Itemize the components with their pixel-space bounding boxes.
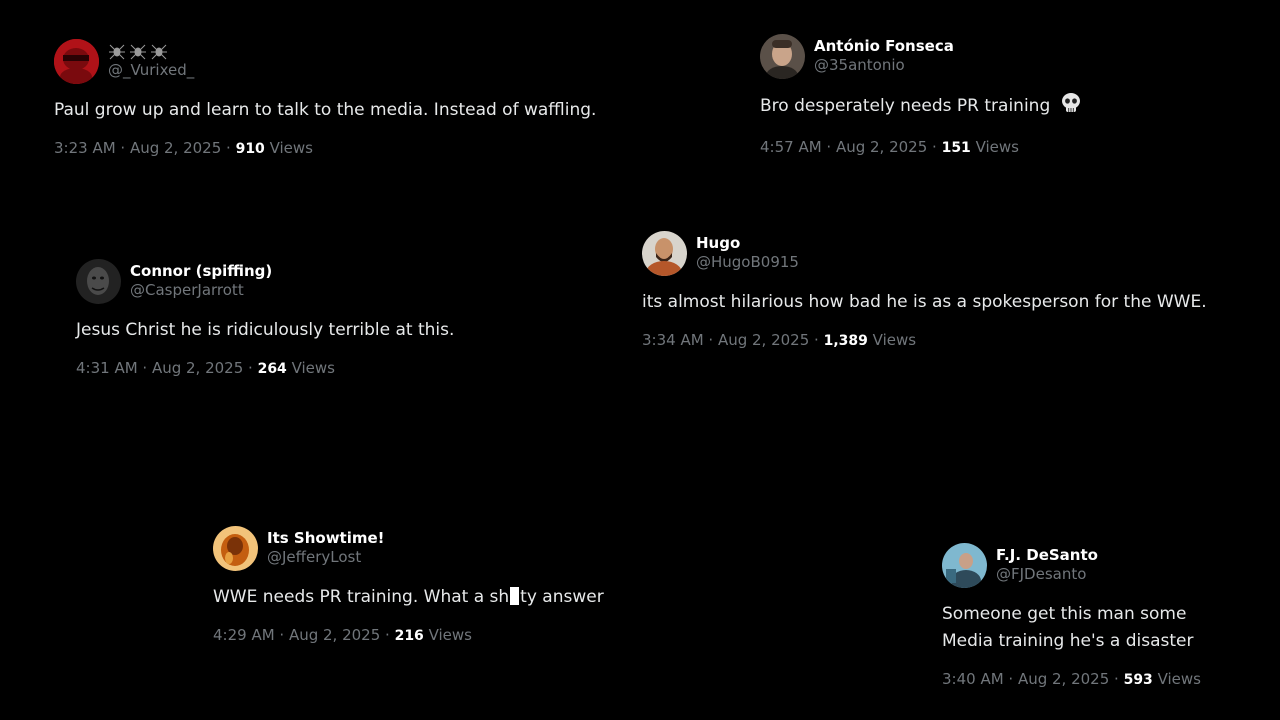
- tweet-text-content: Bro desperately needs PR training: [760, 96, 1051, 116]
- tweet-text-line: Someone get this man some: [942, 604, 1187, 624]
- views-count: 216: [394, 628, 424, 644]
- user-handle[interactable]: @CasperJarrott: [130, 281, 272, 301]
- avatar[interactable]: [642, 230, 687, 276]
- tweet-meta: 3:40 AM · Aug 2, 2025 · 593 Views: [942, 670, 1201, 688]
- tweet-meta: 3:34 AM · Aug 2, 2025 · 1,389 Views: [642, 331, 1207, 349]
- tweet-text-line: Media training he's a disaster: [942, 631, 1194, 651]
- tweet-text: WWE needs PR training. What a sh ty answe…: [213, 584, 604, 611]
- views-label: Views: [867, 331, 917, 349]
- tweet-text: its almost hilarious how bad he is as a …: [642, 292, 1207, 312]
- views-count: 910: [235, 141, 265, 157]
- display-name[interactable]: Its Showtime!: [267, 529, 385, 549]
- tweet-text: Bro desperately needs PR training: [760, 92, 1082, 123]
- views-label: Views: [264, 139, 313, 157]
- timestamp[interactable]: 4:31 AM · Aug 2, 2025 ·: [76, 359, 258, 377]
- author-info: Its Showtime! @JefferyLost: [267, 529, 385, 568]
- avatar-image: [760, 33, 805, 79]
- censor-bar: [510, 587, 520, 605]
- user-handle[interactable]: @FJDesanto: [996, 565, 1098, 585]
- tweet-card[interactable]: F.J. DeSanto @FJDesanto Someone get this…: [942, 542, 1201, 688]
- display-name[interactable]: António Fonseca: [814, 37, 954, 57]
- avatar[interactable]: [76, 258, 121, 304]
- user-handle[interactable]: @_Vurixed_: [108, 61, 194, 81]
- spider-icon: [109, 44, 167, 60]
- author-info: @_Vurixed_: [108, 41, 194, 81]
- views-count: 593: [1123, 672, 1153, 688]
- tweet-text-after: ty answer: [520, 587, 604, 607]
- tweet-header: @_Vurixed_: [54, 38, 596, 84]
- timestamp[interactable]: 3:40 AM · Aug 2, 2025 ·: [942, 670, 1124, 688]
- tweet-meta: 4:29 AM · Aug 2, 2025 · 216 Views: [213, 626, 604, 644]
- timestamp[interactable]: 3:23 AM · Aug 2, 2025 ·: [54, 139, 236, 157]
- tweet-text: Someone get this man some Media training…: [942, 601, 1201, 655]
- tweet-meta: 3:23 AM · Aug 2, 2025 · 910 Views: [54, 139, 596, 157]
- tweet-card[interactable]: Connor (spiffing) @CasperJarrott Jesus C…: [76, 258, 454, 377]
- avatar-image: [54, 38, 99, 84]
- tweet-meta: 4:57 AM · Aug 2, 2025 · 151 Views: [760, 138, 1082, 156]
- avatar[interactable]: [54, 38, 99, 84]
- display-name[interactable]: F.J. DeSanto: [996, 546, 1098, 566]
- tweet-header: F.J. DeSanto @FJDesanto: [942, 542, 1201, 588]
- author-info: António Fonseca @35antonio: [814, 37, 954, 76]
- tweet-card[interactable]: @_Vurixed_ Paul grow up and learn to tal…: [54, 38, 596, 157]
- author-info: F.J. DeSanto @FJDesanto: [996, 546, 1098, 585]
- user-handle[interactable]: @HugoB0915: [696, 253, 799, 273]
- views-count: 1,389: [823, 333, 868, 349]
- tweet-card[interactable]: António Fonseca @35antonio Bro desperate…: [760, 33, 1082, 156]
- views-label: Views: [1152, 670, 1201, 688]
- tweet-text-before: WWE needs PR training. What a sh: [213, 587, 510, 607]
- tweet-card[interactable]: Hugo @HugoB0915 its almost hilarious how…: [642, 230, 1207, 349]
- user-handle[interactable]: @35antonio: [814, 56, 954, 76]
- timestamp[interactable]: 4:57 AM · Aug 2, 2025 ·: [760, 138, 942, 156]
- avatar-image: [942, 542, 987, 588]
- avatar-image: [642, 230, 687, 276]
- views-label: Views: [423, 626, 472, 644]
- display-name[interactable]: Connor (spiffing): [130, 262, 272, 282]
- views-count: 264: [257, 361, 287, 377]
- avatar-image: [76, 258, 121, 304]
- tweet-text: Paul grow up and learn to talk to the me…: [54, 100, 597, 120]
- tweet-header: Hugo @HugoB0915: [642, 230, 1207, 276]
- avatar[interactable]: [213, 525, 258, 571]
- tweet-card[interactable]: Its Showtime! @JefferyLost WWE needs PR …: [213, 525, 604, 644]
- user-handle[interactable]: @JefferyLost: [267, 548, 385, 568]
- display-name[interactable]: [108, 41, 194, 61]
- skull-icon: [1060, 92, 1082, 123]
- views-label: Views: [286, 359, 335, 377]
- display-name[interactable]: Hugo: [696, 234, 799, 254]
- timestamp[interactable]: 3:34 AM · Aug 2, 2025 ·: [642, 331, 824, 349]
- avatar[interactable]: [760, 33, 805, 79]
- author-info: Connor (spiffing) @CasperJarrott: [130, 262, 272, 301]
- avatar-image: [213, 525, 258, 571]
- tweet-text: Jesus Christ he is ridiculously terrible…: [76, 320, 455, 340]
- tweet-header: Connor (spiffing) @CasperJarrott: [76, 258, 454, 304]
- views-count: 151: [941, 140, 971, 156]
- tweet-header: António Fonseca @35antonio: [760, 33, 1082, 79]
- tweet-meta: 4:31 AM · Aug 2, 2025 · 264 Views: [76, 359, 454, 377]
- avatar[interactable]: [942, 542, 987, 588]
- author-info: Hugo @HugoB0915: [696, 234, 799, 273]
- views-label: Views: [970, 138, 1019, 156]
- timestamp[interactable]: 4:29 AM · Aug 2, 2025 ·: [213, 626, 395, 644]
- tweet-header: Its Showtime! @JefferyLost: [213, 525, 604, 571]
